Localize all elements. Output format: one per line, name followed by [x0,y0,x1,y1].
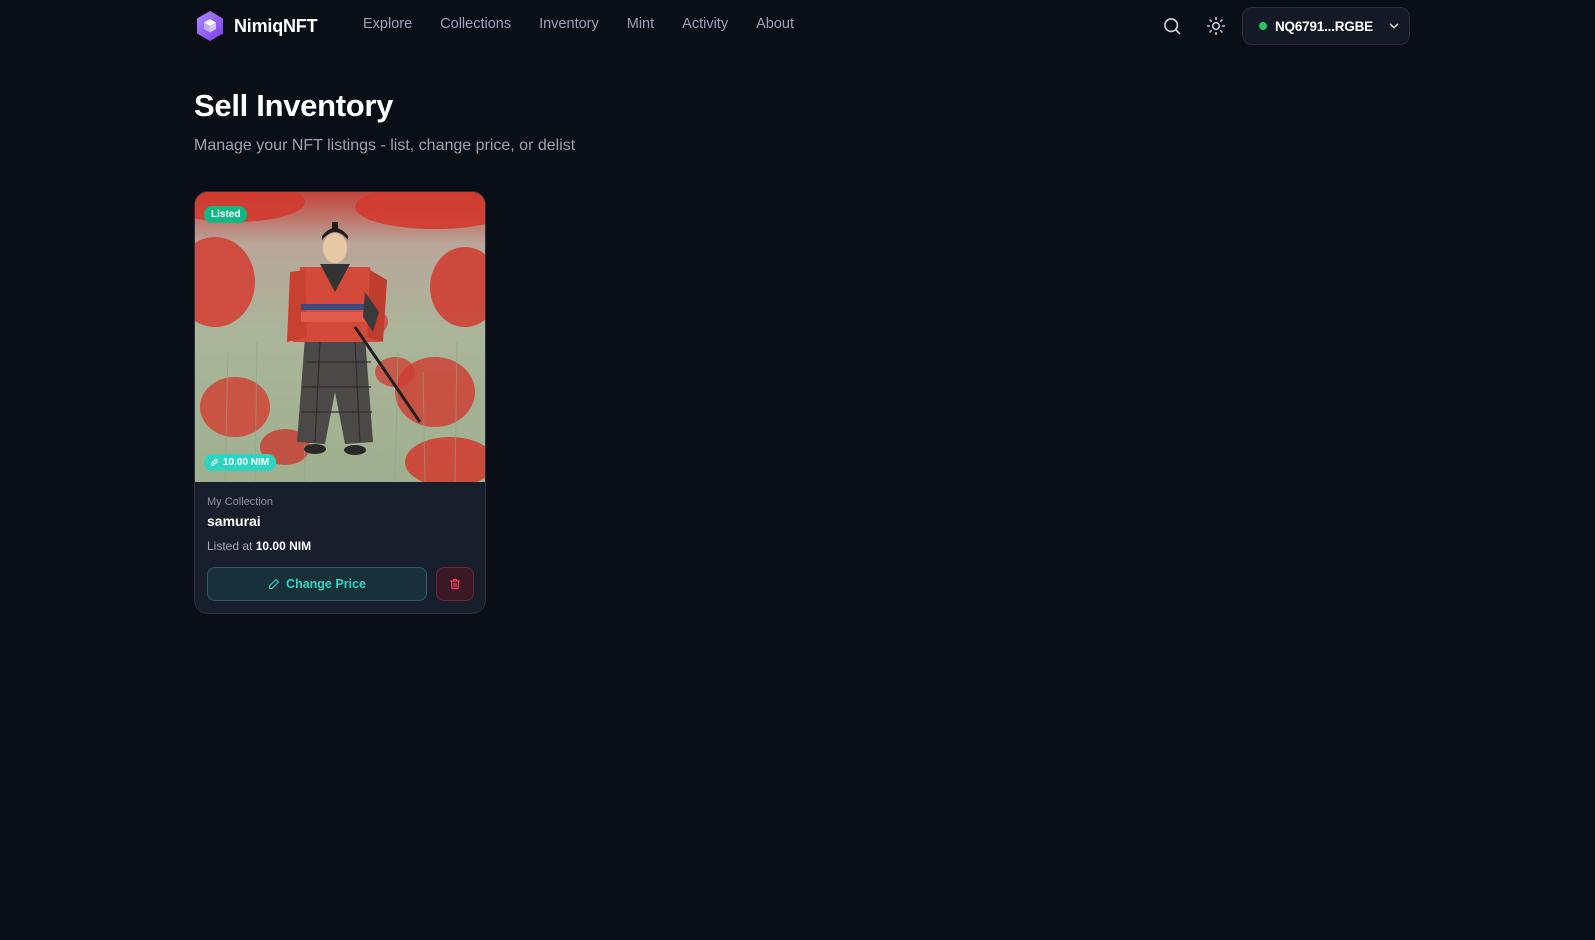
nav-mint[interactable]: Mint [627,16,654,32]
nft-listing-card[interactable]: Listed 10.00 NIM My Collection samurai L… [194,191,486,614]
change-price-button[interactable]: Change Price [207,567,427,601]
top-navbar: NimiqNFT Explore Collections Inventory M… [0,0,1595,52]
collection-name[interactable]: My Collection [207,496,273,508]
nft-name[interactable]: samurai [207,513,261,529]
wallet-button[interactable]: NQ6791...RGBE [1242,7,1410,45]
wallet-status-dot [1259,22,1267,30]
page-subtitle: Manage your NFT listings - list, change … [194,137,576,154]
listed-prefix: Listed at [207,539,253,553]
link-icon [211,459,218,466]
nimiq-hexagon-logo-icon [197,11,223,41]
brand-logo[interactable]: NimiqNFT [196,10,318,42]
search-icon [1164,18,1181,35]
main-nav: Explore Collections Inventory Mint Activ… [363,16,822,32]
nav-explore[interactable]: Explore [363,16,412,32]
price-badge-label: 10.00 NIM [223,457,270,468]
search-button[interactable] [1160,14,1184,38]
wallet-address: NQ6791...RGBE [1275,18,1373,34]
brand-name: NimiqNFT [234,15,318,36]
theme-toggle-button[interactable] [1204,14,1228,38]
change-price-label: Change Price [286,577,366,591]
nav-activity[interactable]: Activity [682,16,728,32]
nft-image[interactable]: Listed 10.00 NIM [195,192,485,482]
status-badge: Listed [204,206,248,223]
nav-collections[interactable]: Collections [440,16,511,32]
pencil-icon [268,578,280,590]
price-badge: 10.00 NIM [204,454,277,471]
trash-icon [449,578,461,590]
nav-inventory[interactable]: Inventory [539,16,599,32]
sun-icon [1206,16,1226,36]
page-title: Sell Inventory [194,88,394,123]
nft-artwork-samurai [195,192,485,482]
nav-about[interactable]: About [756,16,794,32]
chevron-down-icon [1389,23,1399,29]
delist-button[interactable] [436,567,474,601]
listed-price-line: Listed at 10.00 NIM [207,539,311,553]
listed-price-value: 10.00 NIM [255,539,312,553]
